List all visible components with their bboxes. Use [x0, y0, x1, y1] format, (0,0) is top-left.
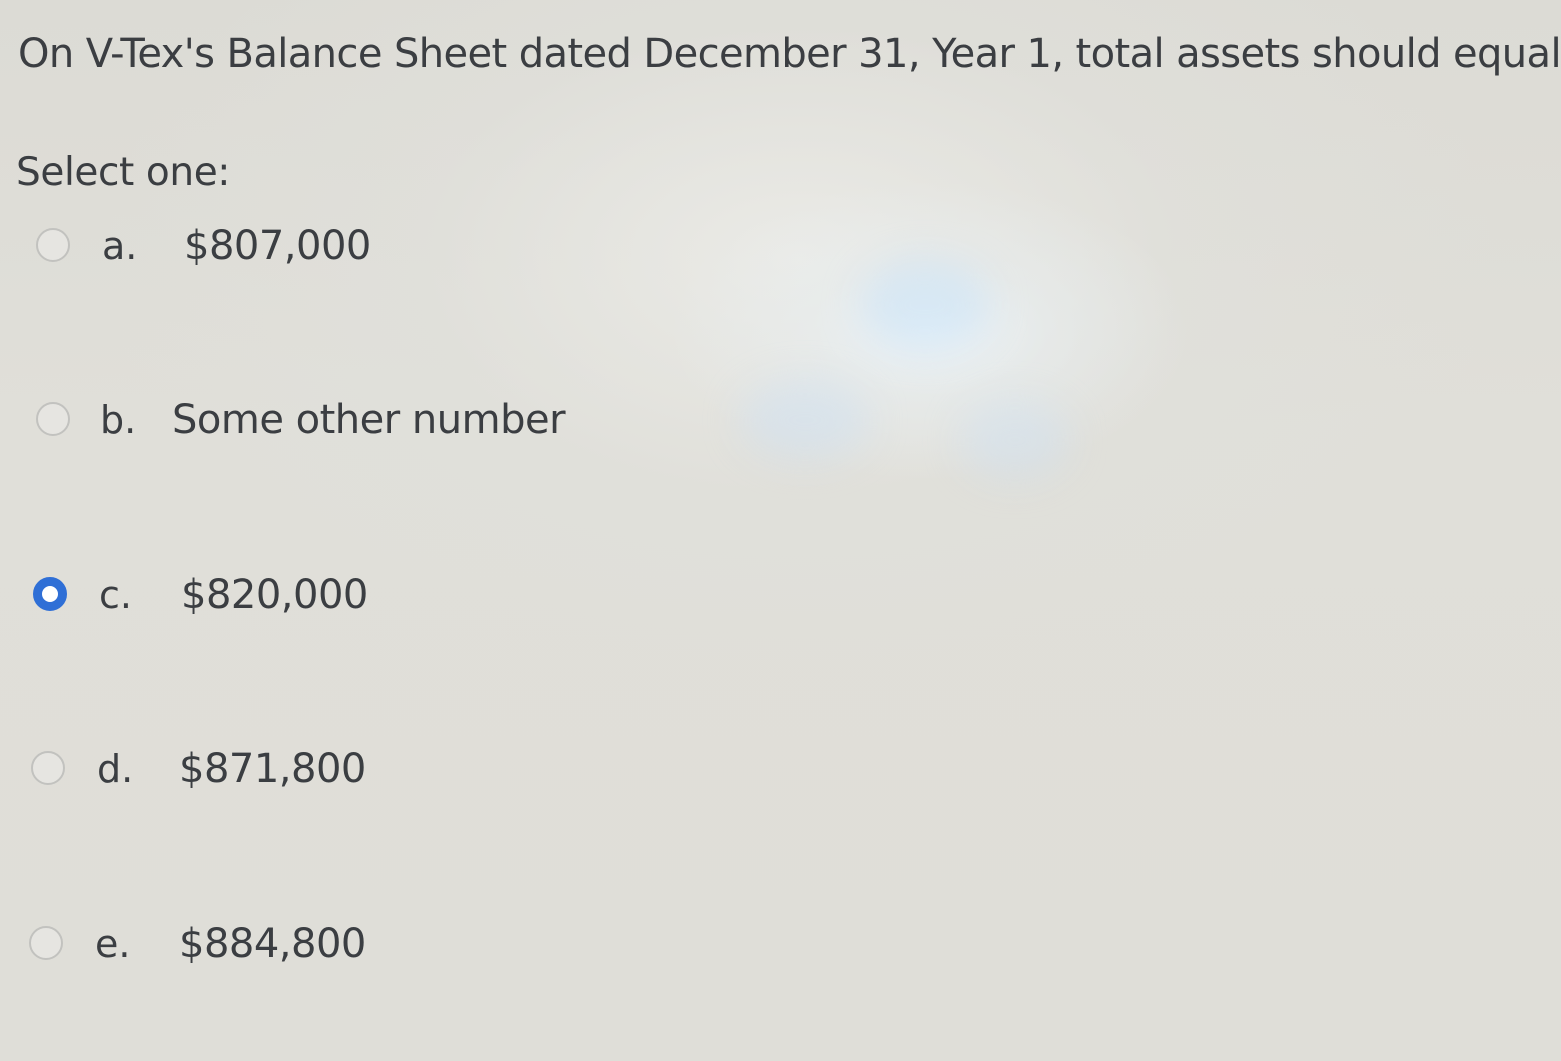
option-letter-b: b.: [100, 398, 137, 442]
radio-button-a[interactable]: [36, 228, 70, 262]
answer-option-b[interactable]: b. Some other number: [36, 390, 596, 450]
answer-option-a[interactable]: a. $807,000: [36, 216, 396, 276]
question-text: On V-Tex's Balance Sheet dated December …: [18, 31, 1561, 77]
radio-button-e[interactable]: [29, 926, 63, 960]
option-label-c: $820,000: [181, 572, 368, 618]
option-letter-d: d.: [97, 747, 134, 791]
option-label-e: $884,800: [179, 921, 366, 967]
quiz-screen: On V-Tex's Balance Sheet dated December …: [0, 0, 1561, 1061]
screen-glare: [740, 380, 870, 460]
screen-glare: [860, 260, 990, 350]
answer-option-e[interactable]: e. $884,800: [29, 914, 389, 974]
option-letter-c: c.: [99, 573, 132, 617]
screen-glare: [960, 400, 1070, 480]
option-letter-e: e.: [95, 922, 131, 966]
answer-option-c[interactable]: c. $820,000: [33, 565, 393, 625]
option-label-a: $807,000: [184, 223, 371, 269]
radio-button-b[interactable]: [36, 402, 70, 436]
radio-button-d[interactable]: [31, 751, 65, 785]
radio-button-c-selected[interactable]: [33, 577, 67, 611]
select-one-prompt: Select one:: [16, 150, 231, 195]
answer-option-d[interactable]: d. $871,800: [31, 739, 391, 799]
option-label-d: $871,800: [179, 746, 366, 792]
option-letter-a: a.: [102, 224, 138, 268]
option-label-b: Some other number: [172, 397, 566, 443]
